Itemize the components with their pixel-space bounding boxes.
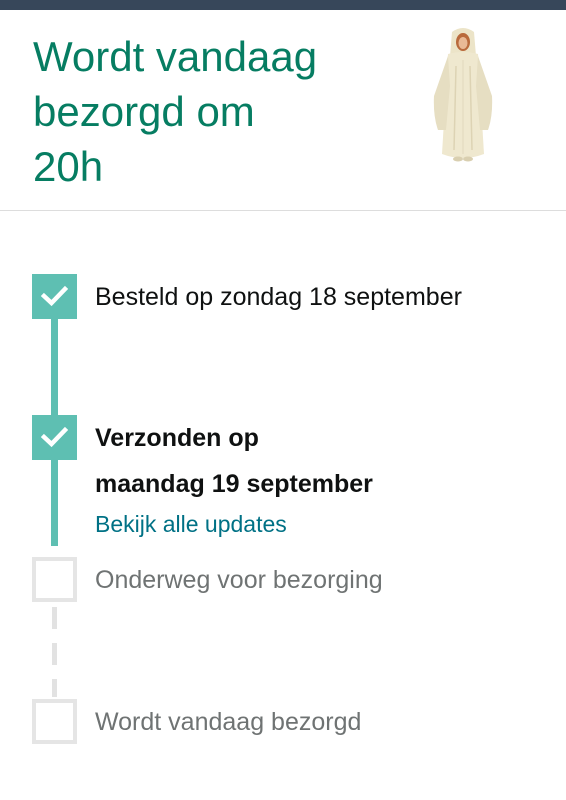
step-out-for-delivery-label: Onderweg voor bezorging [95, 566, 383, 594]
step-out-for-delivery-checkbox [32, 557, 77, 602]
headline-line-1: Wordt vandaag [33, 33, 318, 80]
step-delivered-checkbox [32, 699, 77, 744]
checkmark-icon [41, 285, 68, 307]
step-ordered-label: Besteld op zondag 18 september [95, 283, 462, 311]
top-bar [0, 0, 566, 10]
delivery-headline: Wordt vandaag bezorgd om 20h [33, 29, 403, 194]
product-image[interactable] [430, 26, 496, 166]
step-shipped-label-line-2: maandag 19 september [95, 470, 373, 498]
headline-line-2: bezorgd om [33, 88, 255, 135]
checkmark-icon [41, 426, 68, 448]
view-all-updates-link[interactable]: Bekijk alle updates [95, 509, 287, 539]
step-shipped-label-line-1: Verzonden op [95, 424, 259, 452]
step-ordered-checkbox [32, 274, 77, 319]
step-shipped-checkbox [32, 415, 77, 460]
progress-line-remaining [52, 607, 57, 697]
step-delivered-label: Wordt vandaag bezorgd [95, 708, 362, 736]
delivery-header: Wordt vandaag bezorgd om 20h [0, 10, 566, 211]
tracking-timeline: Besteld op zondag 18 september Verzonden… [0, 212, 566, 800]
headline-line-3: 20h [33, 143, 104, 190]
